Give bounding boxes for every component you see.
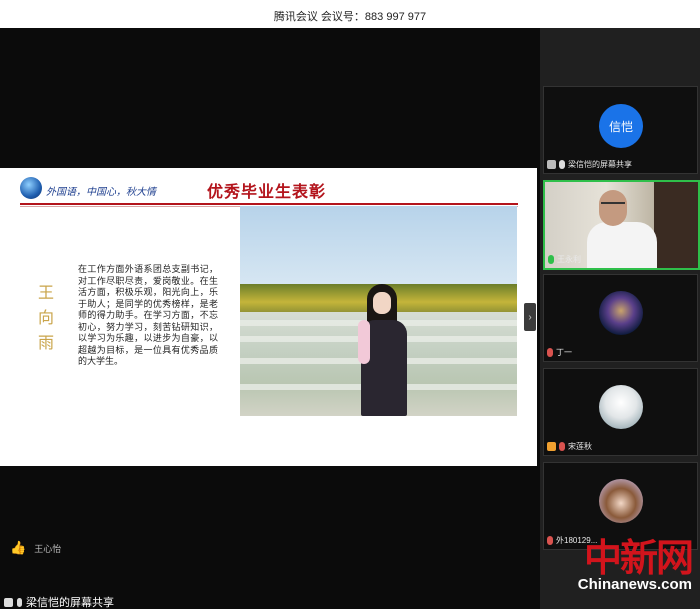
school-logo	[20, 177, 42, 199]
mic-icon	[17, 597, 22, 607]
avatar	[599, 291, 643, 335]
speaker-name: 王心怡	[34, 543, 62, 554]
video-bookshelf	[654, 182, 698, 268]
screen-share-icon	[547, 160, 556, 169]
figure-stole	[358, 320, 370, 364]
participant-name: 梁信恺的屏幕共享	[568, 160, 632, 169]
slide-title: 优秀毕业生表彰	[207, 182, 327, 201]
participant-name: 丁一	[556, 348, 572, 357]
mic-icon	[559, 160, 565, 169]
participant-name: 王永利	[557, 255, 581, 264]
user-icon	[547, 442, 556, 451]
person-shirt	[587, 222, 657, 268]
participant-label: 王永利	[548, 254, 581, 265]
screen-share-icon	[4, 597, 13, 607]
participant-tile[interactable]: 信恺 梁信恺的屏幕共享	[543, 86, 698, 174]
participant-tile[interactable]: 宋莲秋	[543, 368, 698, 456]
participant-name: 宋莲秋	[568, 442, 592, 451]
share-owner: 梁信恺的屏幕共享	[26, 597, 114, 609]
meeting-title: 腾讯会议 会议号：883 997 977	[273, 11, 427, 23]
collapse-sidebar-button[interactable]: ›	[524, 303, 536, 331]
avatar	[599, 385, 643, 429]
slide-body-text: 在工作方面外语系团总支副书记，对工作尽职尽责，爱岗敬业。在生活方面，积极乐观，阳…	[78, 265, 218, 367]
watermark-cn: 中新网	[583, 535, 694, 580]
participant-tile-active[interactable]: 王永利	[543, 180, 700, 270]
thumbs-up-icon: 👍	[10, 540, 27, 555]
participant-label: 宋莲秋	[547, 441, 592, 452]
graduate-figure	[355, 284, 413, 416]
photo-sky	[240, 206, 517, 292]
participant-label: 丁一	[547, 347, 572, 358]
screen-share-label: 梁信恺的屏幕共享	[4, 594, 114, 610]
person-glasses	[601, 202, 625, 210]
video-person	[587, 186, 657, 268]
mic-muted-icon	[547, 348, 553, 357]
avatar: 信恺	[599, 104, 643, 148]
student-name: 王向雨	[37, 283, 54, 352]
mic-muted-icon	[547, 536, 553, 545]
speaker-indicator: 👍 王心怡	[10, 540, 61, 556]
participant-label: 梁信恺的屏幕共享	[547, 159, 632, 170]
watermark-en: Chinanews.com	[577, 576, 692, 593]
mic-muted-icon	[559, 442, 565, 451]
mic-on-icon	[548, 255, 554, 264]
title-bar: 腾讯会议 会议号：883 997 977	[0, 0, 700, 29]
graduate-photo	[240, 206, 517, 416]
avatar	[599, 479, 643, 523]
shared-slide: 外国语，中国心，秋大情 优秀毕业生表彰 王向雨 在工作方面外语系团总支副书记，对…	[0, 168, 537, 466]
chinanews-watermark: 中新网 Chinanews.com	[577, 535, 694, 594]
participant-tile[interactable]: 丁一	[543, 274, 698, 362]
figure-face	[373, 292, 391, 314]
slide-motto: 外国语，中国心，秋大情	[46, 187, 156, 198]
title-rule	[20, 203, 518, 205]
